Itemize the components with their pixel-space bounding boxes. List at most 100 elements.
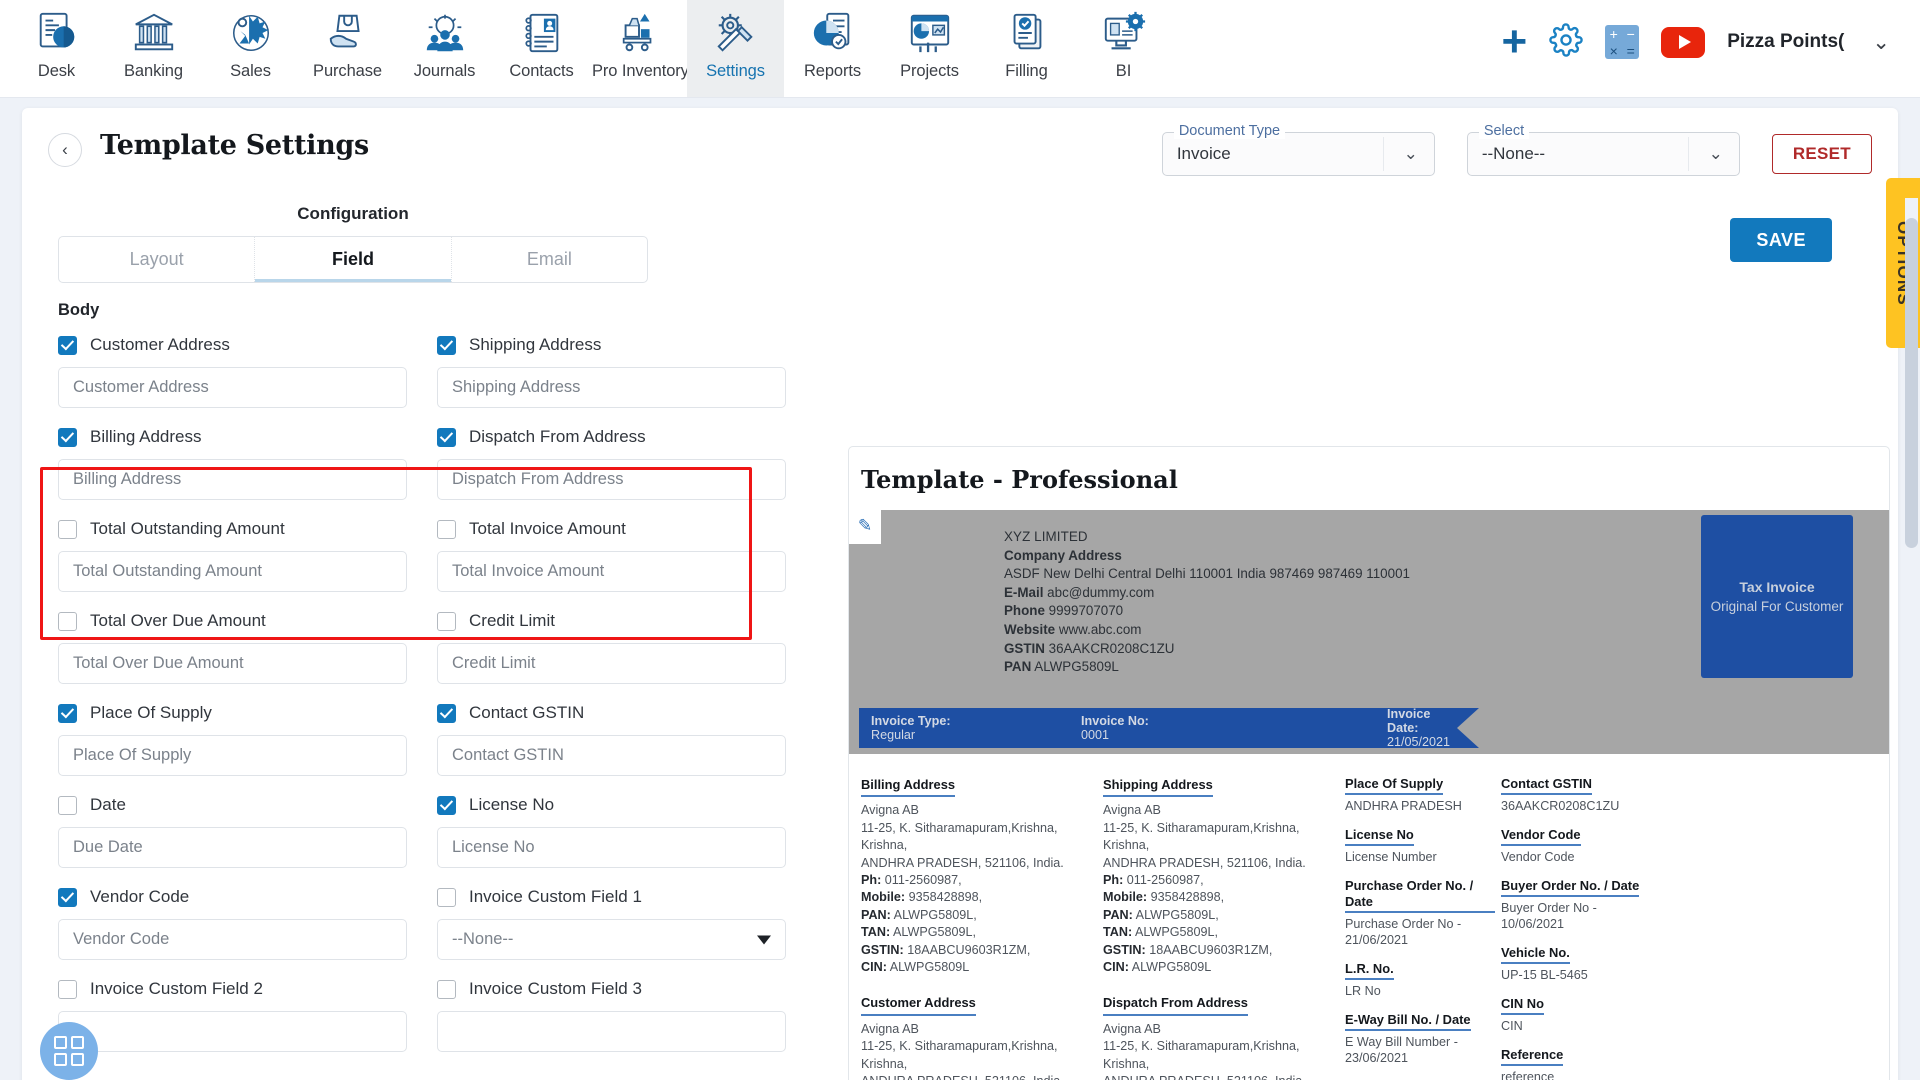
tab-email[interactable]: Email — [452, 237, 647, 282]
nav-item-desk[interactable]: Desk — [8, 0, 105, 97]
checkbox-date[interactable] — [58, 795, 77, 815]
checkbox-license-no[interactable] — [437, 795, 456, 815]
checkbox-credit-limit[interactable] — [437, 611, 456, 631]
tab-field[interactable]: Field — [255, 237, 452, 282]
checkbox-contact-gstin[interactable] — [437, 703, 456, 723]
nav-item-label: Sales — [230, 62, 271, 80]
back-button[interactable]: ‹ — [48, 133, 82, 167]
field-group: Dispatch From Address Dispatch From Addr… — [437, 420, 786, 510]
nav-item-bi[interactable]: BI — [1075, 0, 1172, 97]
checkbox-vendor-code[interactable] — [58, 887, 77, 907]
checkbox-invoice-custom-field-1[interactable] — [437, 887, 456, 907]
checkbox-place-of-supply[interactable] — [58, 703, 77, 723]
address-detail: GSTIN: 18AABCU9603R1ZM, — [1103, 942, 1273, 957]
chevron-down-icon[interactable]: ⌄ — [1872, 30, 1890, 55]
input-invoice-custom-field-2[interactable] — [58, 1011, 407, 1052]
configuration-tabs: Layout Field Email — [58, 236, 648, 283]
checkbox-label: Shipping Address — [469, 335, 602, 354]
input-shipping-address[interactable]: Shipping Address — [437, 367, 786, 408]
youtube-icon[interactable] — [1661, 26, 1706, 58]
nav-item-reports[interactable]: Reports — [784, 0, 881, 97]
tax-invoice-badge: Tax Invoice Original For Customer — [1701, 515, 1853, 678]
checkbox-invoice-custom-field-3[interactable] — [437, 979, 456, 999]
reset-button[interactable]: RESET — [1771, 134, 1872, 174]
checkbox-row-invoice-custom-field-3[interactable]: Invoice Custom Field 3 — [437, 972, 786, 1006]
template-select[interactable]: Select --None-- ⌄ — [1466, 123, 1740, 176]
nav-item-settings[interactable]: Settings — [687, 0, 784, 97]
checkbox-row-billing-address[interactable]: Billing Address — [58, 420, 407, 454]
input-total-outstanding-amount[interactable]: Total Outstanding Amount — [58, 551, 407, 592]
nav-item-contacts[interactable]: Contacts — [493, 0, 590, 97]
nav-item-pro-inventory[interactable]: Pro Inventory — [590, 0, 689, 97]
checkbox-row-vendor-code[interactable]: Vendor Code — [58, 880, 407, 914]
input-credit-limit[interactable]: Credit Limit — [437, 643, 786, 684]
nav-item-filling[interactable]: Filling — [978, 0, 1075, 97]
input-place-of-supply[interactable]: Place Of Supply — [58, 735, 407, 776]
input-date[interactable]: Due Date — [58, 827, 407, 868]
edit-pencil-icon[interactable]: ✎ — [849, 508, 881, 544]
meta-item: Purchase Order No. / Date Purchase Order… — [1345, 878, 1495, 948]
gear-icon[interactable] — [1549, 22, 1583, 62]
address-block: Dispatch From Address Avigna AB 11-25, K. … — [1103, 994, 1339, 1080]
checkbox-row-total-invoice-amount[interactable]: Total Invoice Amount — [437, 512, 786, 546]
input-billing-address[interactable]: Billing Address — [58, 459, 407, 500]
checkbox-row-dispatch-from-address[interactable]: Dispatch From Address — [437, 420, 786, 454]
nav-item-projects[interactable]: Projects — [881, 0, 978, 97]
nav-item-purchase[interactable]: Purchase — [299, 0, 396, 97]
checkbox-label: Contact GSTIN — [469, 703, 585, 722]
checkbox-row-place-of-supply[interactable]: Place Of Supply — [58, 696, 407, 730]
page-scrollbar-thumb[interactable] — [1905, 218, 1918, 548]
input-license-no[interactable]: License No — [437, 827, 786, 868]
address-line: Avigna AB — [1103, 803, 1161, 818]
reports-pie-icon — [786, 8, 879, 58]
floating-apps-button[interactable] — [40, 1022, 98, 1080]
checkbox-billing-address[interactable] — [58, 427, 77, 447]
meta-label: Vendor Code — [1501, 827, 1581, 846]
input-customer-address[interactable]: Customer Address — [58, 367, 407, 408]
address-line: ANDHRA PRADESH, 521106, India. — [861, 855, 1064, 870]
checkbox-dispatch-from-address[interactable] — [437, 427, 456, 447]
checkbox-row-contact-gstin[interactable]: Contact GSTIN — [437, 696, 786, 730]
nav-item-sales[interactable]: Sales — [202, 0, 299, 97]
invoice-meta-bar-inner: Invoice Type: Regular Invoice No: 0001 Inv… — [859, 707, 1457, 749]
input-invoice-custom-field-1[interactable]: --None-- — [437, 919, 786, 960]
checkbox-total-over-due-amount[interactable] — [58, 611, 77, 631]
tab-layout[interactable]: Layout — [59, 237, 256, 282]
checkbox-row-shipping-address[interactable]: Shipping Address — [437, 328, 786, 362]
checkbox-customer-address[interactable] — [58, 335, 77, 355]
input-value: Billing Address — [73, 470, 182, 488]
input-invoice-custom-field-3[interactable] — [437, 1011, 786, 1052]
checkbox-row-invoice-custom-field-2[interactable]: Invoice Custom Field 2 — [58, 972, 407, 1006]
address-heading: Shipping Address — [1103, 776, 1213, 798]
input-total-over-due-amount[interactable]: Total Over Due Amount — [58, 643, 407, 684]
checkbox-row-invoice-custom-field-1[interactable]: Invoice Custom Field 1 — [437, 880, 786, 914]
add-plus-icon[interactable]: + — [1502, 20, 1528, 64]
checkbox-shipping-address[interactable] — [437, 335, 456, 355]
nav-item-journals[interactable]: Journals — [396, 0, 493, 97]
checkbox-row-customer-address[interactable]: Customer Address — [58, 328, 407, 362]
field-group: Billing Address Billing Address — [58, 420, 407, 510]
meta-label: Reference — [1501, 1047, 1564, 1066]
meta-label: Buyer Order No. / Date — [1501, 878, 1640, 897]
nav-item-banking[interactable]: Banking — [105, 0, 202, 97]
save-button[interactable]: SAVE — [1730, 218, 1832, 262]
address-block: Shipping Address Avigna AB 11-25, K. Sitha… — [1103, 776, 1339, 976]
checkbox-row-total-over-due-amount[interactable]: Total Over Due Amount — [58, 604, 407, 638]
checkbox-row-total-outstanding-amount[interactable]: Total Outstanding Amount — [58, 512, 407, 546]
input-dispatch-from-address[interactable]: Dispatch From Address — [437, 459, 786, 500]
checkbox-row-license-no[interactable]: License No — [437, 788, 786, 822]
checkbox-row-date[interactable]: Date — [58, 788, 407, 822]
address-line: Avigna AB — [1103, 1021, 1161, 1036]
checkbox-row-credit-limit[interactable]: Credit Limit — [437, 604, 786, 638]
checkbox-total-outstanding-amount[interactable] — [58, 519, 77, 539]
input-contact-gstin[interactable]: Contact GSTIN — [437, 735, 786, 776]
input-total-invoice-amount[interactable]: Total Invoice Amount — [437, 551, 786, 592]
checkbox-invoice-custom-field-2[interactable] — [58, 979, 77, 999]
field-group: Total Invoice Amount Total Invoice Amoun… — [437, 512, 786, 602]
input-vendor-code[interactable]: Vendor Code — [58, 919, 407, 960]
calculator-icon[interactable]: + − × = — [1605, 25, 1640, 59]
checkbox-total-invoice-amount[interactable] — [437, 519, 456, 539]
field-group: Total Over Due Amount Total Over Due Amo… — [58, 604, 407, 694]
document-type-select[interactable]: Document Type Invoice ⌄ — [1161, 123, 1435, 176]
calc-minus: − — [1626, 25, 1635, 42]
